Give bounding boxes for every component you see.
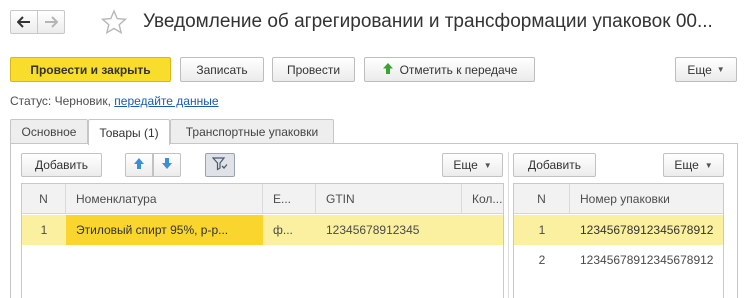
- more-label: Еще: [687, 62, 712, 77]
- goods-add-button[interactable]: Добавить: [21, 153, 102, 177]
- tab-main[interactable]: Основное: [10, 119, 88, 144]
- goods-add-label: Добавить: [34, 158, 89, 172]
- post-button[interactable]: Провести: [272, 57, 355, 82]
- packages-table: N Номер упаковки 1 12345678912345678912 …: [513, 183, 724, 298]
- tab-transport-packages[interactable]: Транспортные упаковки: [170, 119, 334, 144]
- post-and-close-label: Провести и закрыть: [30, 62, 151, 77]
- item-name[interactable]: Этиловый спирт 95%, р-р...: [66, 215, 263, 245]
- table-row[interactable]: 2 12345678912345678912: [514, 245, 723, 275]
- packages-more-button[interactable]: Еще ▼: [663, 153, 724, 177]
- move-up-button[interactable]: [125, 153, 153, 177]
- post-label: Провести: [286, 62, 341, 77]
- send-data-link[interactable]: передайте данные: [114, 94, 218, 108]
- packages-add-label: Добавить: [527, 158, 582, 172]
- green-arrow-up-icon: [382, 62, 394, 78]
- tab-goods[interactable]: Товары (1): [88, 119, 170, 145]
- goods-table-header: N Номенклатура Е... GTIN Кол...: [22, 184, 503, 214]
- item-qty[interactable]: [462, 215, 503, 245]
- move-up-icon: [133, 157, 145, 173]
- goods-more-label: Еще: [453, 158, 478, 172]
- goods-table: N Номенклатура Е... GTIN Кол... 1 Этилов…: [21, 183, 504, 298]
- mark-for-transfer-button[interactable]: Отметить к передаче: [364, 57, 535, 82]
- post-and-close-button[interactable]: Провести и закрыть: [10, 57, 171, 82]
- item-gtin[interactable]: 12345678912345: [316, 215, 462, 245]
- save-button[interactable]: Записать: [180, 57, 264, 82]
- filter-button[interactable]: [205, 153, 235, 177]
- packages-add-button[interactable]: Добавить: [513, 153, 596, 177]
- move-down-button[interactable]: [153, 153, 181, 177]
- move-down-icon: [161, 157, 173, 173]
- column-header-qty[interactable]: Кол...: [462, 184, 503, 213]
- save-label: Записать: [196, 62, 248, 77]
- status-line: Статус: Черновик, передайте данные: [10, 94, 219, 108]
- chevron-down-icon: ▼: [704, 160, 713, 170]
- packages-more-label: Еще: [674, 158, 699, 172]
- mark-for-transfer-label: Отметить к передаче: [399, 62, 518, 77]
- table-row[interactable]: 1 Этиловый спирт 95%, р-р... ф... 123456…: [22, 215, 503, 245]
- arrow-left-icon: [17, 16, 31, 28]
- row-number: 2: [538, 253, 546, 267]
- package-number[interactable]: 12345678912345678912: [570, 245, 723, 275]
- tab-goods-label: Товары (1): [99, 125, 159, 140]
- status-value: Черновик,: [54, 94, 111, 108]
- column-header-item[interactable]: Номенклатура: [66, 184, 263, 213]
- back-button[interactable]: [10, 10, 38, 34]
- status-label: Статус:: [10, 94, 52, 108]
- chevron-down-icon: ▼: [483, 160, 492, 170]
- column-header-n[interactable]: N: [514, 184, 570, 213]
- tab-transport-packages-label: Транспортные упаковки: [185, 125, 319, 139]
- chevron-down-icon: ▼: [716, 65, 725, 74]
- more-menu-button[interactable]: Еще ▼: [675, 57, 737, 82]
- column-header-unit[interactable]: Е...: [263, 184, 316, 213]
- forward-button[interactable]: [37, 10, 65, 34]
- column-header-n[interactable]: N: [22, 184, 66, 213]
- row-number: 1: [40, 223, 48, 237]
- tab-main-label: Основное: [21, 125, 77, 139]
- item-unit[interactable]: ф...: [263, 215, 316, 245]
- star-icon[interactable]: [100, 9, 128, 38]
- arrow-right-icon: [44, 16, 58, 28]
- column-header-package-number[interactable]: Номер упаковки: [570, 184, 723, 213]
- packages-table-header: N Номер упаковки: [514, 184, 723, 214]
- table-row[interactable]: 1 12345678912345678912: [514, 215, 723, 245]
- page-title: Уведомление об агрегировании и трансформ…: [143, 11, 713, 32]
- goods-more-button[interactable]: Еще ▼: [442, 153, 503, 177]
- panel-splitter[interactable]: [508, 152, 509, 298]
- column-header-gtin[interactable]: GTIN: [316, 184, 462, 213]
- row-number: 1: [538, 223, 546, 237]
- filter-icon: [211, 156, 228, 174]
- package-number[interactable]: 12345678912345678912: [570, 215, 723, 245]
